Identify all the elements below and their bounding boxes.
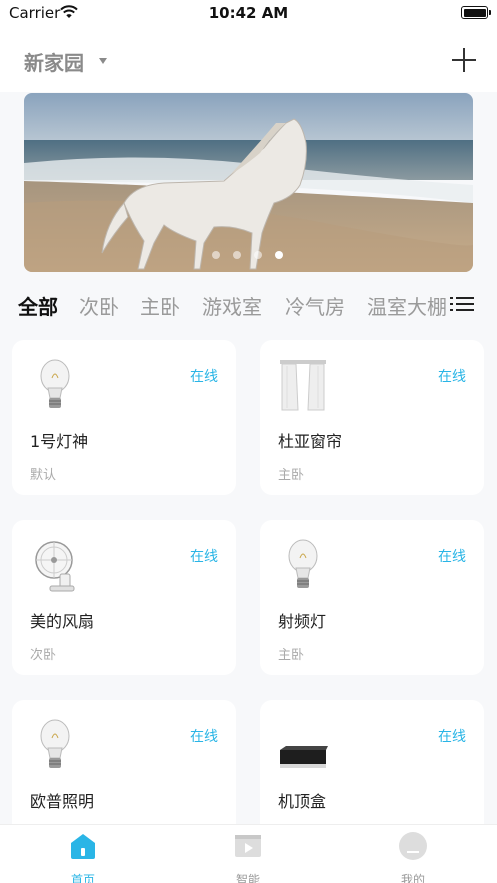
- add-device-button[interactable]: [452, 48, 476, 72]
- carousel-dot[interactable]: [254, 251, 262, 259]
- tab-smart[interactable]: 智能: [208, 831, 288, 883]
- carousel-dot-active[interactable]: [275, 251, 283, 259]
- status-badge: 在线: [190, 369, 218, 385]
- curtain-icon: [280, 360, 326, 411]
- device-card[interactable]: 在线 射频灯 主卧: [260, 520, 484, 675]
- device-card[interactable]: 在线 美的风扇 次卧: [12, 520, 236, 675]
- tab-cold-room[interactable]: 冷气房: [285, 291, 345, 320]
- status-badge: 在线: [438, 729, 466, 745]
- banner-horse-image: [24, 93, 473, 272]
- device-name: 杜亚窗帘: [278, 432, 343, 451]
- status-badge: 在线: [438, 369, 466, 385]
- device-name: 1号灯神: [30, 432, 89, 451]
- device-name: 美的风扇: [30, 612, 95, 631]
- device-room: 默认: [30, 468, 57, 483]
- device-room: 主卧: [278, 648, 305, 663]
- carousel-dot[interactable]: [212, 251, 220, 259]
- smart-icon: [235, 835, 261, 857]
- settop-box-icon: [280, 746, 328, 768]
- status-badge: 在线: [190, 549, 218, 565]
- room-tabs: 全部 次卧 主卧 游戏室 冷气房 温室大棚: [0, 284, 497, 326]
- caret-down-icon[interactable]: [99, 58, 107, 64]
- carousel-dots: [212, 251, 283, 259]
- banner-carousel[interactable]: [24, 93, 473, 272]
- carousel-dot[interactable]: [233, 251, 241, 259]
- room-menu-icon[interactable]: [450, 294, 474, 314]
- bulb-icon: [288, 539, 318, 588]
- device-room: 次卧: [30, 648, 57, 663]
- device-name: 欧普照明: [30, 792, 95, 811]
- home-icon: [71, 834, 95, 859]
- device-room: 主卧: [278, 468, 305, 483]
- bulb-icon: [40, 719, 70, 768]
- battery-icon: [461, 6, 491, 19]
- tab-greenhouse[interactable]: 温室大棚: [367, 291, 446, 320]
- profile-icon: [399, 832, 427, 860]
- tab-home[interactable]: 首页: [43, 831, 123, 883]
- tab-game-room[interactable]: 游戏室: [202, 291, 262, 320]
- tab-profile-label: 我的: [400, 873, 425, 883]
- status-time: 10:42 AM: [208, 4, 289, 22]
- device-card[interactable]: 在线 1号灯神 默认: [12, 340, 236, 495]
- status-bar: Carrier 10:42 AM: [0, 0, 497, 26]
- device-name: 机顶盒: [278, 792, 327, 811]
- device-name: 射频灯: [278, 612, 327, 631]
- bottom-tab-bar: 首页 智能 我的: [0, 824, 497, 883]
- tab-profile[interactable]: 我的: [373, 831, 453, 883]
- tab-home-label: 首页: [70, 873, 95, 883]
- fan-icon: [35, 541, 75, 592]
- device-card[interactable]: 在线 杜亚窗帘 主卧: [260, 340, 484, 495]
- status-badge: 在线: [190, 729, 218, 745]
- status-badge: 在线: [438, 549, 466, 565]
- bulb-icon: [40, 359, 70, 408]
- tab-smart-label: 智能: [235, 873, 260, 883]
- tab-master-bedroom[interactable]: 主卧: [140, 291, 180, 320]
- header: 新家园: [0, 26, 497, 92]
- tab-all[interactable]: 全部: [18, 291, 58, 320]
- tab-second-bedroom[interactable]: 次卧: [79, 291, 119, 320]
- home-selector[interactable]: 新家园: [24, 47, 84, 76]
